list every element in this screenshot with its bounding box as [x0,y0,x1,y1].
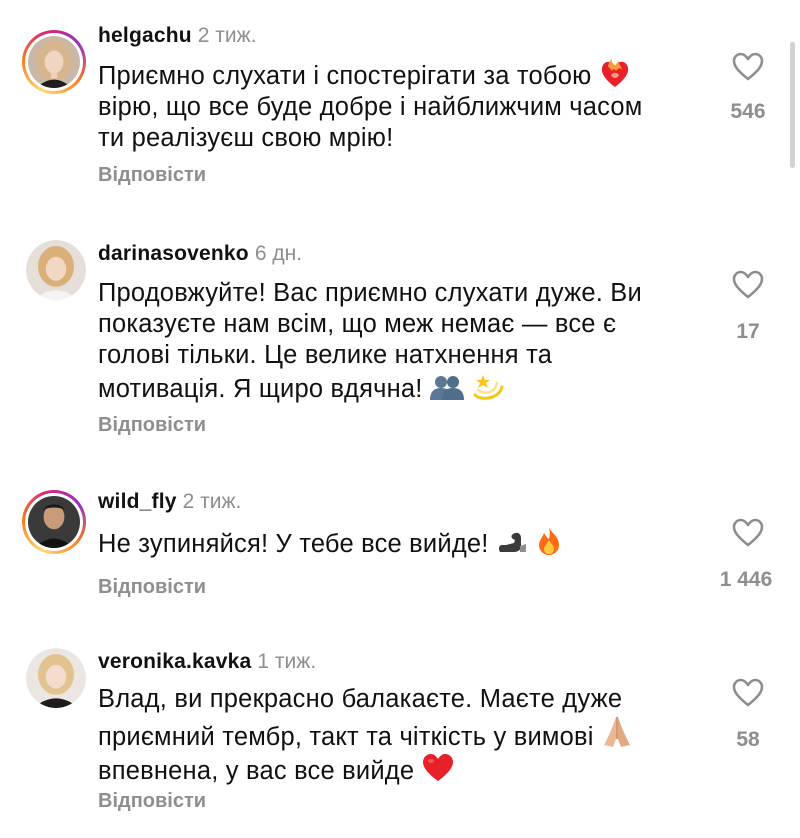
username[interactable]: helgachu [98,24,192,47]
reply-button[interactable]: Відповісти [98,576,206,599]
comment-line: показуєте нам всім, що меж немає — все є [98,310,617,338]
heart-outline-icon[interactable] [732,52,764,82]
username[interactable]: wild_fly [98,490,177,513]
two-silhouettes-icon [429,376,464,400]
comment-text: Влад, ви прекрасно балакаєте. Маєте дуже… [98,684,698,787]
comment-meta: darinasovenko 6 дн. [98,242,302,266]
heart-outline-icon[interactable] [732,678,764,708]
avatar-photo [28,36,80,88]
red-heart-icon [422,754,453,781]
like-count: 546 [730,100,766,123]
dizzy-star-icon [473,375,504,400]
comment-meta: helgachu 2 тиж. [98,24,257,48]
avatar[interactable] [22,490,86,554]
username[interactable]: veronika.kavka [98,650,251,673]
folded-hands-icon [603,717,630,747]
comment-line: голові тільки. Це велике натхнення та [98,341,553,369]
like-count: 1 446 [719,568,773,591]
like-count: 58 [736,728,760,751]
comment-text: Приємно слухати і спостерігати за тобою … [98,58,698,154]
comment-line: Влад, ви прекрасно балакаєте. Маєте дуже [98,685,623,713]
timestamp: 2 тиж. [182,490,242,513]
avatar[interactable] [26,648,86,708]
reply-button[interactable]: Відповісти [98,414,206,437]
fire-icon [539,527,560,555]
comment-line: впевнена, у вас все вийде [98,753,698,787]
comment-line: Продовжуйте! Вас приємно слухати дуже. В… [98,279,642,307]
comment-meta: wild_fly 2 тиж. [98,490,241,514]
flexed-biceps-icon [498,532,526,552]
comment-line: приємний тембр, такт та чіткість у вимов… [98,715,698,753]
timestamp: 6 дн. [254,242,303,265]
like-count: 17 [736,320,760,343]
comment-meta: veronika.kavka 1 тиж. [98,650,316,674]
comment-line: Приємно слухати і спостерігати за тобою [98,58,698,92]
comment-text: Продовжуйте! Вас приємно слухати дуже. В… [98,278,698,405]
comment-line: Не зупиняйся! У тебе все вийде! [98,526,698,560]
heart-outline-icon[interactable] [732,270,764,300]
reply-button[interactable]: Відповісти [98,164,206,187]
avatar-photo [26,240,86,300]
heart-on-fire-icon [601,59,628,87]
comment-line: вірю, що все буде добре і найближчим час… [98,93,643,121]
timestamp: 1 тиж. [257,650,317,673]
comment-text: Не зупиняйся! У тебе все вийде! [98,526,698,560]
comment-line: мотивація. Я щиро вдячна! [98,371,698,405]
reply-button[interactable]: Відповісти [98,790,206,813]
avatar-photo [26,648,86,708]
comment-line: ти реалізуєш свою мрію! [98,124,394,152]
avatar[interactable] [26,240,86,300]
avatar[interactable] [22,30,86,94]
heart-outline-icon[interactable] [732,518,764,548]
timestamp: 2 тиж. [197,24,257,47]
username[interactable]: darinasovenko [98,242,249,265]
avatar-photo [28,496,80,548]
